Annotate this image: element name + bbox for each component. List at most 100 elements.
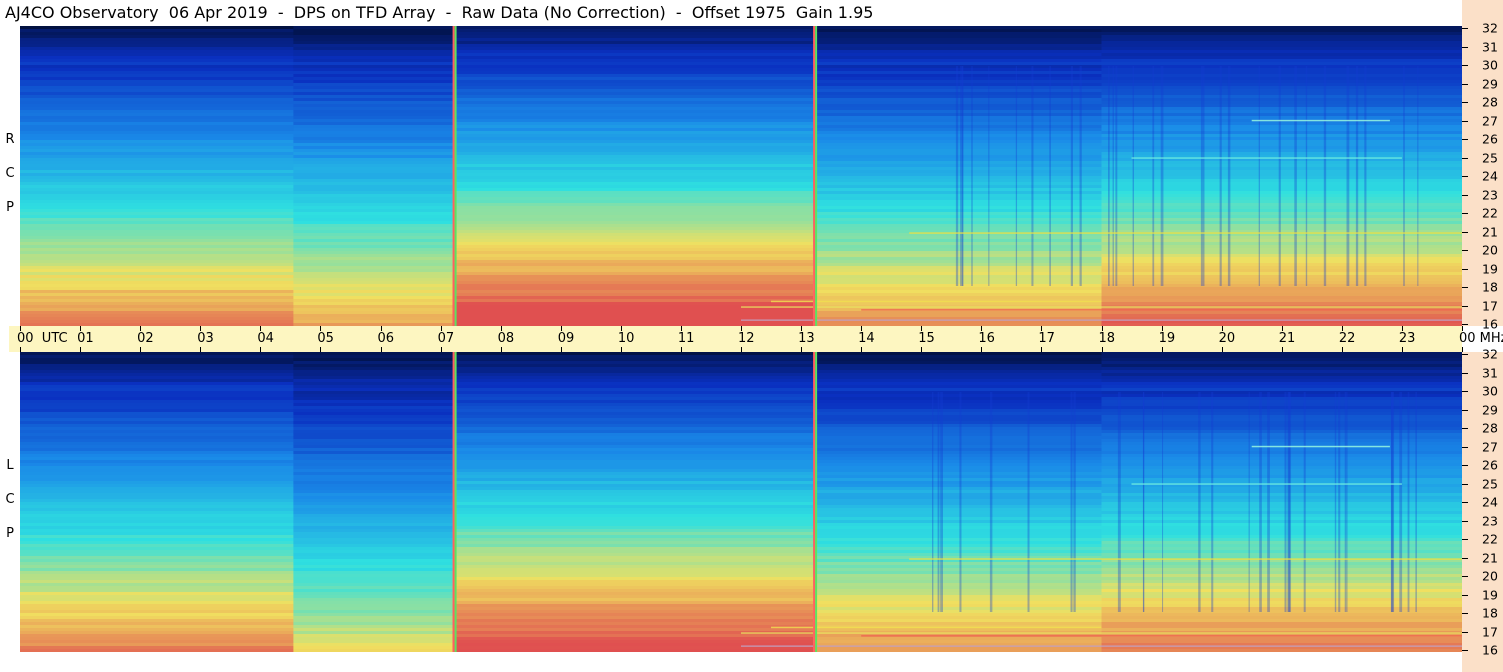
- rcp-heat-cell: [293, 50, 454, 54]
- utc-label-18: 18: [1098, 331, 1116, 346]
- rcp-heat-cell: [293, 98, 454, 102]
- rcp-heat-cell: [1101, 278, 1462, 282]
- lcp-heat-cell: [293, 556, 454, 560]
- rcp-heat-cell: [293, 122, 454, 126]
- lcp-heat-cell: [813, 511, 1102, 515]
- lcp-heat-cell: [813, 388, 1102, 392]
- rcp-heat-cell: [1101, 287, 1462, 291]
- lcp-heat-cell: [813, 445, 1102, 449]
- rcp-heat-cell: [20, 197, 294, 201]
- rcp-heat-cell: [1101, 59, 1462, 63]
- lcp-heat-cell: [20, 574, 294, 578]
- lcp-heat-cell: [813, 649, 1102, 652]
- lcp-heat-cell: [293, 580, 454, 584]
- lcp-heat-cell: [293, 571, 454, 575]
- rcp-heat-cell: [20, 41, 294, 45]
- rcp-heat-cell: [452, 197, 814, 201]
- lcp-heat-cell: [813, 379, 1102, 383]
- lcp-heat-cell: [293, 484, 454, 488]
- rcp-heat-cell: [1101, 197, 1462, 201]
- lcp-heat-cell: [813, 397, 1102, 401]
- rcp-streak: [1294, 66, 1297, 286]
- rcp-heat-cell: [813, 32, 1102, 36]
- lcp-mhz-tick: [1462, 576, 1468, 577]
- lcp-heat-cell: [813, 589, 1102, 593]
- lcp-heat-cell: [1101, 364, 1462, 368]
- lcp-heat-cell: [20, 505, 294, 509]
- rcp-heat-cell: [1101, 125, 1462, 129]
- lcp-streak: [1259, 392, 1262, 612]
- lcp-heat-cell: [293, 535, 454, 539]
- lcp-heat-cell: [293, 637, 454, 641]
- lcp-heat-cell: [452, 433, 814, 437]
- rcp-streak: [1202, 66, 1205, 286]
- lcp-heat-cell: [293, 607, 454, 611]
- rcp-heat-cell: [452, 290, 814, 294]
- rcp-heat-cell: [20, 83, 294, 87]
- lcp-heat-cell: [813, 538, 1102, 542]
- lcp-heat-cell: [20, 379, 294, 383]
- rcp-heat-cell: [293, 236, 454, 240]
- lcp-heat-cell: [813, 469, 1102, 473]
- lcp-heat-cell: [813, 550, 1102, 554]
- lcp-streak: [940, 392, 943, 612]
- rcp-heat-cell: [452, 260, 814, 264]
- lcp-streak: [937, 392, 940, 612]
- lcp-heat-cell: [452, 460, 814, 464]
- rcp-mhz-tick: [1462, 120, 1468, 122]
- rcp-label-c: C: [5, 166, 15, 181]
- rcp-heat-cell: [1101, 149, 1462, 153]
- rcp-heat-cell: [452, 149, 814, 153]
- rcp-mhz-label-23: 23: [1482, 187, 1498, 202]
- rcp-heat-cell: [293, 83, 454, 87]
- lcp-heat-cell: [452, 379, 814, 383]
- rcp-streak: [1031, 66, 1034, 286]
- lcp-heat-cell: [20, 607, 294, 611]
- lcp-heat-cell: [20, 448, 294, 452]
- rcp-heat-cell: [293, 218, 454, 222]
- lcp-heat-cell: [452, 535, 814, 539]
- rcp-streak: [1417, 66, 1419, 286]
- lcp-heat-cell: [813, 598, 1102, 602]
- rcp-heat-cell: [1101, 251, 1462, 255]
- lcp-heat-cell: [293, 376, 454, 380]
- rcp-heat-cell: [20, 113, 294, 117]
- rcp-heat-cell: [20, 188, 294, 192]
- rcp-spectrogram: [20, 26, 1462, 326]
- lcp-streak: [1267, 392, 1270, 612]
- lcp-heat-cell: [1101, 616, 1462, 620]
- rcp-heat-cell: [452, 38, 814, 42]
- rcp-heat-cell: [813, 44, 1102, 48]
- utc-label-01: 01: [77, 331, 94, 346]
- lcp-heat-cell: [293, 487, 454, 491]
- lcp-mhz-tick: [1462, 446, 1468, 448]
- lcp-heat-cell: [452, 496, 814, 500]
- lcp-heat-cell: [20, 403, 294, 407]
- lcp-heat-cell: [20, 577, 294, 581]
- lcp-heat-cell: [452, 487, 814, 491]
- rcp-heat-cell: [20, 191, 294, 195]
- lcp-heat-cell: [452, 520, 814, 524]
- rcp-streak: [1070, 66, 1074, 286]
- lcp-heat-cell: [293, 406, 454, 410]
- lcp-heat-cell: [813, 472, 1102, 476]
- rcp-heat-cell: [1101, 302, 1462, 306]
- lcp-heat-cell: [813, 520, 1102, 524]
- rcp-heat-cell: [452, 92, 814, 96]
- rcp-heat-cell: [452, 299, 814, 303]
- lcp-heat-cell: [813, 424, 1102, 428]
- lcp-heat-cell: [20, 481, 294, 485]
- lcp-heat-cell: [452, 640, 814, 644]
- rcp-streak: [1079, 66, 1082, 286]
- lcp-heat-cell: [1101, 649, 1462, 652]
- rcp-heat-cell: [20, 95, 294, 99]
- lcp-heat-cell: [293, 370, 454, 374]
- rcp-heat-cell: [20, 98, 294, 102]
- lcp-heat-cell: [293, 373, 454, 377]
- rcp-mhz-tick: [1462, 176, 1468, 177]
- rcp-streak: [1364, 66, 1367, 286]
- rcp-heat-cell: [20, 71, 294, 75]
- rcp-heat-cell: [1101, 182, 1462, 186]
- lcp-heat-cell: [813, 355, 1102, 359]
- rcp-heat-cell: [452, 278, 814, 282]
